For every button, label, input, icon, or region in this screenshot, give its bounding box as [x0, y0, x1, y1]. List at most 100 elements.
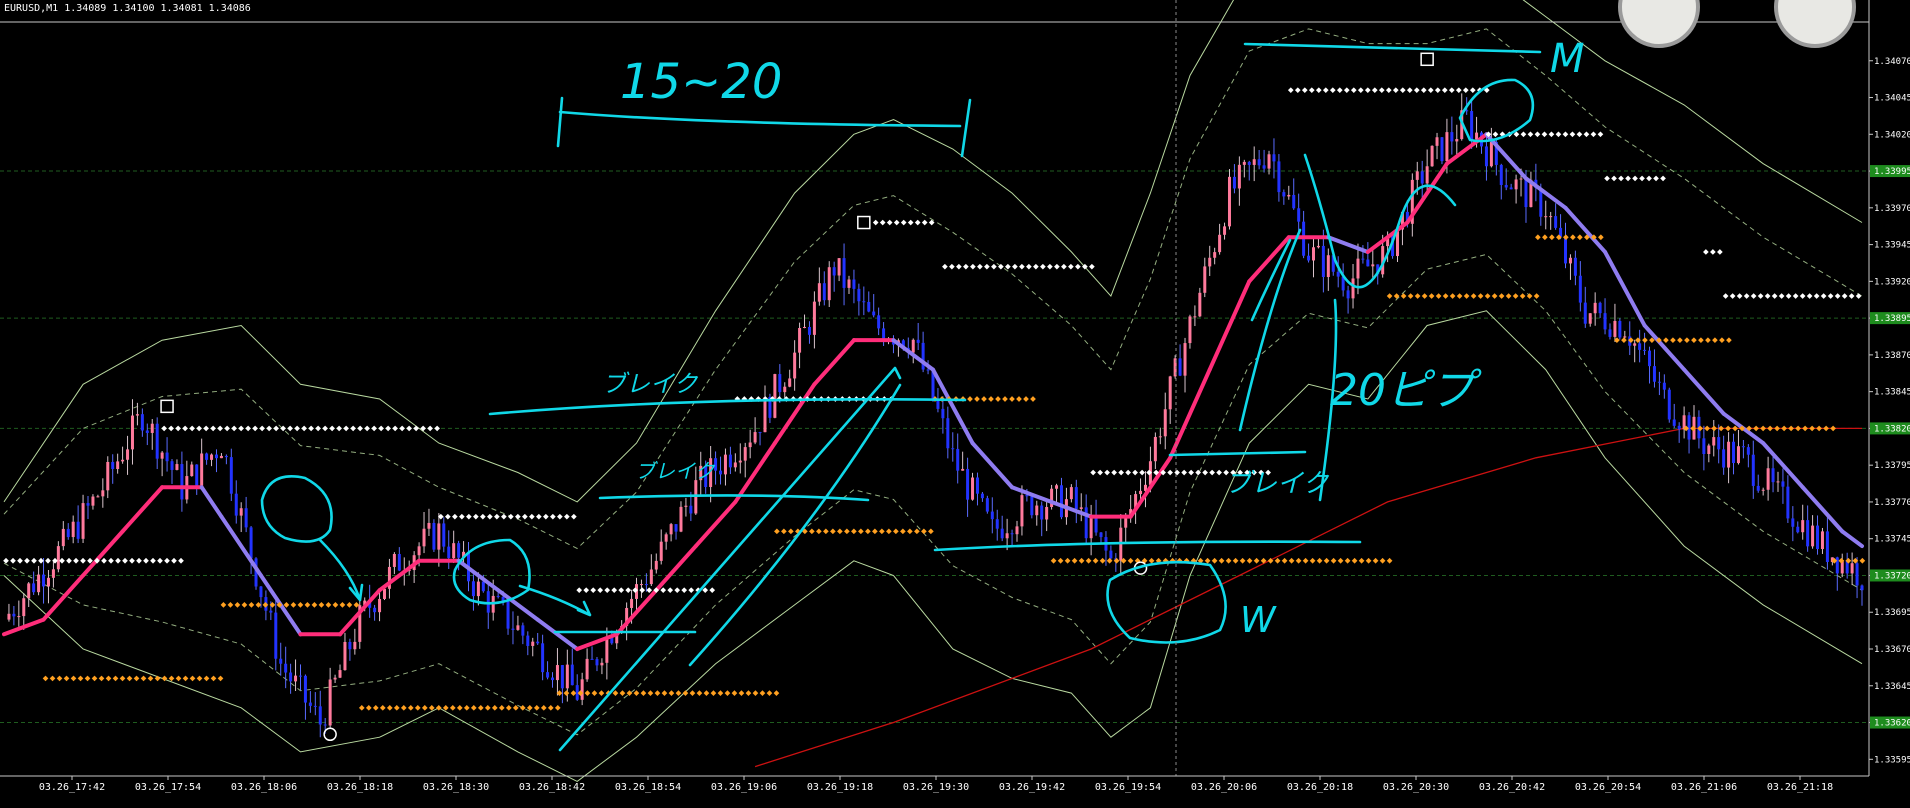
candle-body — [639, 584, 643, 586]
chart-canvas[interactable]: 15~20 ブレイク ブレイク ブレイク 20ピプ M W 1.34070 1.3… — [0, 0, 1910, 808]
candle-body — [1109, 550, 1113, 559]
x-tick-label: 03.26_19:06 — [711, 782, 777, 793]
candle-body — [600, 662, 604, 666]
w-pattern-note: W — [1240, 600, 1277, 641]
candle-body — [1707, 445, 1711, 455]
low-price: 1.34081 — [160, 3, 203, 14]
candle-body — [1776, 481, 1780, 483]
candle-body — [1652, 366, 1656, 382]
candle-body — [1089, 516, 1093, 539]
candle-body — [555, 665, 559, 681]
candle-body — [788, 378, 792, 387]
candle-body — [1741, 446, 1745, 448]
candle-body — [1326, 255, 1330, 278]
candle-body — [763, 397, 767, 433]
candle-body — [837, 258, 841, 276]
candle-body — [239, 508, 243, 516]
candle-body — [1440, 137, 1444, 162]
break-note-2: ブレイク — [635, 459, 716, 483]
candle-body — [1638, 343, 1642, 350]
candle-body — [1193, 316, 1197, 318]
candle-body — [303, 675, 307, 703]
candle-body — [1069, 487, 1073, 500]
candle-body — [951, 448, 955, 450]
candle-body — [1588, 313, 1592, 324]
candle-body — [1218, 234, 1222, 253]
candle-body — [150, 423, 154, 433]
candle-body — [1346, 290, 1350, 299]
candle-body — [1005, 533, 1009, 539]
candle-body — [1099, 532, 1103, 538]
x-tick-label: 03.26_20:54 — [1575, 782, 1641, 793]
range-note: 15~20 — [620, 54, 782, 110]
y-tick-label: 1.33795 — [1874, 461, 1910, 471]
candle-body — [155, 423, 159, 459]
candle-body — [1613, 320, 1617, 337]
candle-body — [1030, 496, 1034, 516]
candle-body — [793, 352, 797, 379]
candle-body — [1549, 216, 1553, 218]
x-tick-label: 03.26_18:54 — [615, 782, 681, 793]
candle-body — [1366, 259, 1370, 267]
candle-body — [1420, 171, 1424, 184]
candle-body — [1761, 489, 1765, 491]
candle-body — [294, 675, 298, 682]
candle-body — [392, 553, 396, 567]
candle-body — [76, 521, 80, 539]
candle-body — [116, 461, 120, 470]
candle-body — [1311, 247, 1315, 261]
x-tick-label: 03.26_20:42 — [1479, 782, 1545, 793]
candle-body — [437, 523, 441, 550]
candle-body — [1509, 187, 1513, 190]
candle-body — [956, 448, 960, 471]
candle-body — [1450, 132, 1454, 142]
candle-body — [195, 464, 199, 486]
x-tick-label: 03.26_21:06 — [1671, 782, 1737, 793]
candle-body — [521, 625, 525, 636]
candle-body — [46, 577, 50, 587]
candle-body — [580, 679, 584, 700]
candle-body — [1223, 226, 1227, 235]
candle-body — [1356, 258, 1360, 279]
candle-body — [234, 493, 238, 516]
candle-body — [170, 461, 174, 470]
candle-body — [1514, 179, 1518, 190]
candle-body — [1153, 436, 1157, 462]
candle-body — [684, 505, 688, 507]
candle-body — [1603, 313, 1607, 330]
candle-body — [56, 546, 60, 570]
y-tick-label: 1.33670 — [1874, 645, 1910, 655]
candle-body — [1227, 176, 1231, 227]
x-tick-label: 03.26_17:42 — [39, 782, 105, 793]
candle-body — [1687, 415, 1691, 440]
candle-body — [946, 418, 950, 449]
candle-body — [12, 613, 16, 617]
candle-body — [111, 461, 115, 470]
x-tick-label: 03.26_20:06 — [1191, 782, 1257, 793]
candle-body — [719, 470, 723, 475]
candle-body — [373, 607, 377, 613]
candle-body — [1801, 520, 1805, 533]
candle-body — [773, 374, 777, 418]
candle-body — [674, 524, 678, 532]
candle-body — [748, 442, 752, 448]
candle-body — [516, 625, 520, 630]
candle-body — [219, 455, 223, 459]
candle-body — [333, 677, 337, 680]
candle-body — [269, 610, 273, 613]
candle-body — [1825, 531, 1829, 562]
candle-body — [1504, 184, 1508, 188]
candle-body — [966, 468, 970, 500]
candle-body — [318, 706, 322, 725]
candle-body — [1727, 441, 1731, 468]
break-note-1: ブレイク — [602, 370, 699, 398]
candle-body — [857, 288, 861, 302]
candle-body — [165, 452, 169, 462]
candle-body — [1855, 563, 1859, 586]
candle-body — [847, 279, 851, 288]
candle-body — [1717, 437, 1721, 450]
price-chart[interactable]: 15~20 ブレイク ブレイク ブレイク 20ピプ M W 1.34070 1.3… — [0, 0, 1910, 808]
candle-body — [1455, 139, 1459, 142]
candle-body — [630, 598, 634, 608]
candle-body — [877, 315, 881, 329]
